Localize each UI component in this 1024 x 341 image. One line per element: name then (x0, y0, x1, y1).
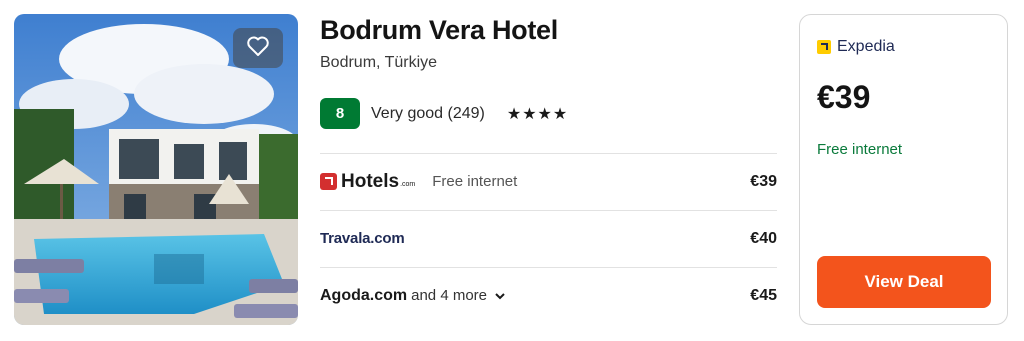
offer-price: €45 (750, 286, 777, 304)
star-rating: ★★★★ (506, 105, 569, 123)
hotel-location: Bodrum, Türkiye (320, 54, 438, 71)
expedia-logo-icon (817, 40, 831, 54)
deal-perk: Free internet (817, 141, 903, 158)
score-badge: 8 (320, 98, 360, 129)
provider-hotels-com: Hotels .com (320, 171, 415, 193)
best-deal-panel: Expedia €39 Free internet View Deal (799, 14, 1008, 325)
provider-agoda: Agoda.com (320, 286, 408, 304)
chevron-down-icon[interactable] (495, 287, 505, 305)
rating-row: 8 Very good (249) ★★★★ (320, 98, 568, 129)
rating-label: Very good (249) (371, 104, 485, 122)
offer-price: €39 (750, 172, 777, 190)
hotel-result-card: Bodrum Vera Hotel Bodrum, Türkiye 8 Very… (0, 0, 1024, 341)
offer-row-travala[interactable]: Travala.com €40 (320, 210, 777, 266)
heart-outline-icon (246, 35, 270, 62)
provider-name: Hotels (341, 170, 400, 192)
deal-price: €39 (817, 79, 871, 115)
offer-row-hotels-com[interactable]: Hotels .com Free internet €39 (320, 153, 777, 209)
favorite-button[interactable] (233, 28, 283, 68)
provider-suffix: .com (400, 181, 416, 188)
offer-perk: Free internet (432, 173, 518, 190)
offer-row-agoda[interactable]: Agoda.com and 4 more €45 (320, 267, 777, 323)
hotels-com-logo-icon (320, 173, 337, 190)
more-offers-label[interactable]: and 4 more (411, 287, 487, 304)
provider-travala: Travala.com (320, 230, 405, 247)
offer-price: €40 (750, 229, 777, 247)
deal-provider: Expedia (817, 38, 895, 56)
deal-provider-name: Expedia (837, 38, 895, 55)
view-deal-button[interactable]: View Deal (817, 256, 991, 308)
hotel-name[interactable]: Bodrum Vera Hotel (320, 15, 558, 46)
